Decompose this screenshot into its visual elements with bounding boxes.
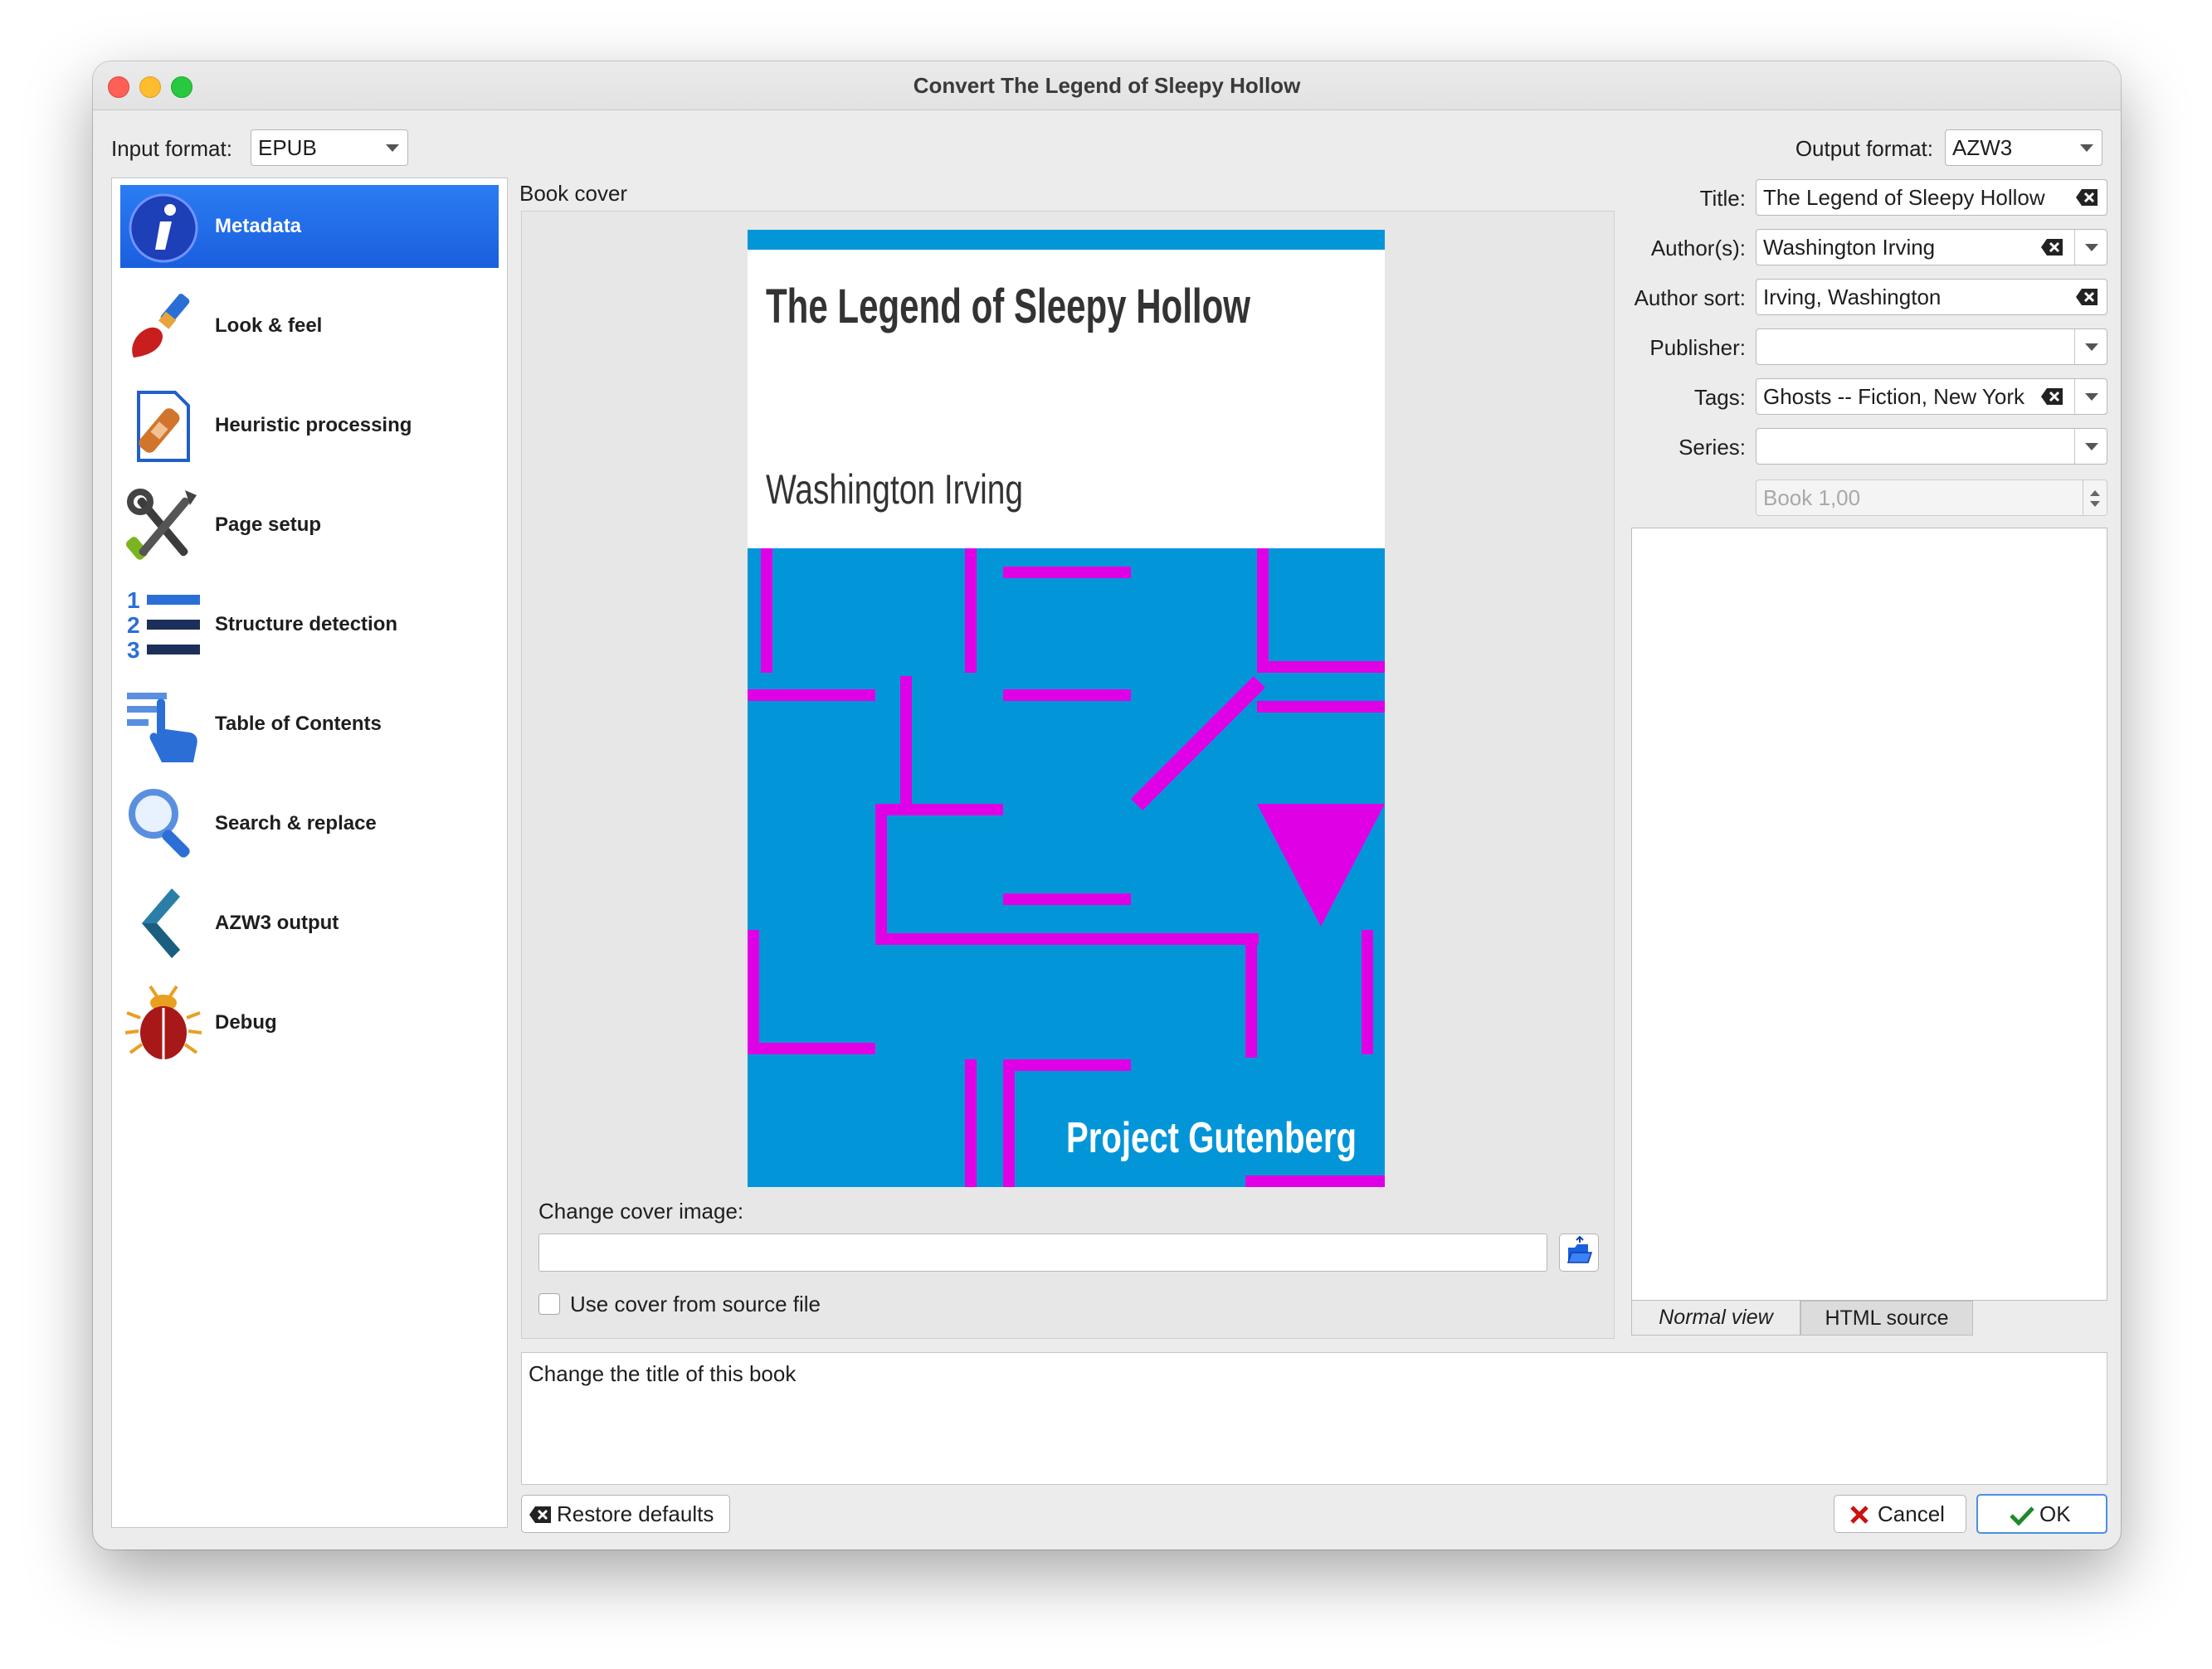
help-text: Change the title of this book	[529, 1361, 797, 1386]
restore-defaults-button[interactable]: Restore defaults	[521, 1495, 730, 1533]
sidebar-item-page-setup[interactable]: Page setup	[120, 484, 499, 567]
settings-sidebar: Metadata Look & feel Heuristic processin…	[111, 178, 508, 1528]
sidebar-item-label: Search & replace	[215, 812, 377, 834]
series-index-value: Book 1,00	[1763, 485, 1861, 510]
bug-icon	[124, 985, 202, 1061]
tab-html-source[interactable]: HTML source	[1800, 1301, 1973, 1336]
svg-text:3: 3	[127, 637, 140, 663]
sidebar-item-label: Structure detection	[215, 613, 398, 635]
book-cover-group: The Legend of Sleepy Hollow Washington I…	[521, 211, 1615, 1339]
ok-button[interactable]: OK	[1976, 1494, 2107, 1534]
sidebar-item-search-and-replace[interactable]: Search & replace	[120, 782, 499, 865]
title-value: The Legend of Sleepy Hollow	[1763, 185, 2045, 210]
publisher-label: Publisher:	[1649, 335, 1746, 360]
cover-publisher-text: Project Gutenberg	[1066, 1114, 1357, 1162]
output-format-label: Output format:	[1795, 136, 1933, 161]
title-bar: Convert The Legend of Sleepy Hollow	[93, 61, 2121, 110]
sidebar-item-table-of-contents[interactable]: Table of Contents	[120, 683, 499, 766]
chevron-down-icon	[2080, 144, 2093, 152]
cover-path-input[interactable]	[538, 1234, 1547, 1272]
author-sort-label: Author sort:	[1634, 285, 1746, 310]
sidebar-item-label: Metadata	[215, 215, 302, 237]
sidebar-item-structure-detection[interactable]: 1 2 3 Structure detection	[120, 583, 499, 666]
cover-author-text: Washington Irving	[766, 466, 1023, 513]
chevron-down-icon	[2085, 443, 2098, 450]
info-icon	[125, 188, 202, 265]
bandaid-document-icon	[125, 387, 202, 464]
cancel-x-icon	[1850, 1506, 1869, 1524]
convert-dialog: Convert The Legend of Sleepy Hollow Inpu…	[93, 61, 2121, 1550]
author-sort-value: Irving, Washington	[1763, 285, 1942, 309]
svg-text:2: 2	[127, 612, 140, 638]
use-source-cover-checkbox[interactable]	[538, 1293, 560, 1315]
clear-icon	[2076, 289, 2098, 305]
browse-cover-button[interactable]	[1559, 1234, 1599, 1272]
series-input[interactable]	[1756, 428, 2107, 465]
sidebar-item-look-and-feel[interactable]: Look & feel	[120, 285, 499, 367]
sidebar-item-label: Page setup	[215, 513, 322, 536]
sidebar-item-debug[interactable]: Debug	[120, 981, 499, 1064]
tags-input[interactable]: Ghosts -- Fiction, New York	[1756, 378, 2107, 415]
tab-normal-view[interactable]: Normal view	[1631, 1301, 1800, 1336]
spin-arrows-icon	[2090, 490, 2100, 507]
publisher-input[interactable]	[1756, 328, 2107, 365]
chevron-left-icon	[125, 885, 202, 961]
use-source-cover-label: Use cover from source file	[570, 1292, 821, 1316]
sidebar-item-label: Debug	[215, 1011, 277, 1034]
authors-value: Washington Irving	[1763, 235, 1936, 260]
folder-open-icon	[1566, 1235, 1593, 1263]
cancel-button[interactable]: Cancel	[1834, 1495, 1966, 1533]
ok-label: OK	[2039, 1501, 2071, 1526]
tags-value: Ghosts -- Fiction, New York	[1763, 384, 2024, 409]
checkmark-icon	[2010, 1506, 2034, 1525]
input-format-select[interactable]: EPUB	[251, 129, 408, 166]
sidebar-item-azw3-output[interactable]: AZW3 output	[120, 882, 499, 965]
chevron-down-icon	[2085, 343, 2098, 351]
svg-text:1: 1	[127, 587, 140, 613]
title-label: Title:	[1699, 186, 1746, 211]
chevron-down-icon	[2085, 244, 2098, 251]
clear-icon	[529, 1506, 551, 1523]
cancel-label: Cancel	[1878, 1501, 1945, 1526]
clear-icon	[2076, 189, 2098, 206]
cover-title-text: The Legend of Sleepy Hollow	[766, 280, 1251, 333]
clear-icon	[2041, 388, 2063, 405]
tags-label: Tags:	[1693, 385, 1746, 410]
authors-input[interactable]: Washington Irving	[1756, 229, 2107, 265]
sidebar-item-heuristic-processing[interactable]: Heuristic processing	[120, 384, 499, 467]
paintbrush-icon	[125, 288, 202, 364]
chevron-down-icon	[2085, 393, 2098, 401]
restore-defaults-label: Restore defaults	[557, 1501, 714, 1526]
book-cover-label: Book cover	[519, 181, 628, 206]
clear-icon	[2041, 239, 2063, 255]
series-label: Series:	[1678, 435, 1746, 460]
toc-pointer-icon	[125, 686, 202, 762]
window-title: Convert The Legend of Sleepy Hollow	[913, 73, 1301, 98]
sidebar-item-metadata[interactable]: Metadata	[120, 185, 499, 268]
input-format-value: EPUB	[258, 135, 317, 160]
series-index-spinbox[interactable]: Book 1,00	[1756, 479, 2107, 516]
cover-image: The Legend of Sleepy Hollow Washington I…	[748, 230, 1385, 1187]
sidebar-item-label: AZW3 output	[215, 912, 339, 934]
authors-label: Author(s):	[1650, 236, 1746, 260]
input-format-label: Input format:	[111, 136, 232, 161]
sidebar-item-label: Look & feel	[215, 314, 323, 337]
output-format-select[interactable]: AZW3	[1945, 129, 2102, 166]
numbered-list-icon: 1 2 3	[125, 586, 202, 663]
sidebar-item-label: Table of Contents	[215, 713, 382, 735]
tools-icon	[125, 487, 202, 563]
author-sort-input[interactable]: Irving, Washington	[1756, 279, 2107, 315]
help-text-box: Change the title of this book	[521, 1352, 2107, 1485]
magnifier-icon	[125, 786, 202, 862]
comments-editor[interactable]	[1631, 528, 2107, 1301]
chevron-down-icon	[386, 144, 399, 152]
output-format-value: AZW3	[1952, 135, 2013, 160]
title-input[interactable]: The Legend of Sleepy Hollow	[1756, 179, 2107, 216]
change-cover-label: Change cover image:	[538, 1199, 744, 1224]
sidebar-item-label: Heuristic processing	[215, 414, 412, 436]
